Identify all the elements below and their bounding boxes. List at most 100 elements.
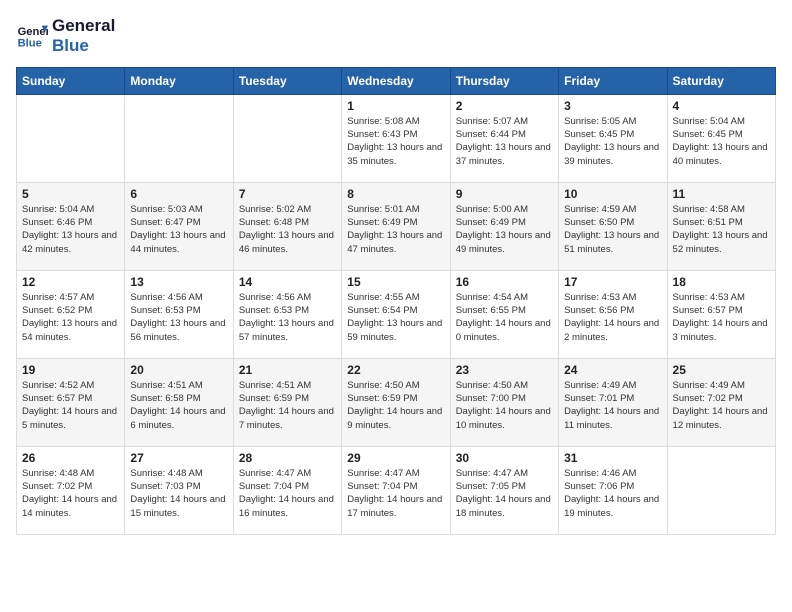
calendar-cell: 1 Sunrise: 5:08 AM Sunset: 6:43 PM Dayli… [342,94,450,182]
day-number: 12 [22,275,119,289]
day-info: Sunrise: 4:59 AM Sunset: 6:50 PM Dayligh… [564,203,661,256]
daylight-label: Daylight: 14 hours and 2 minutes. [564,318,659,342]
daylight-label: Daylight: 13 hours and 44 minutes. [130,230,225,254]
sunrise-label: Sunrise: 4:52 AM [22,380,94,391]
sunset-label: Sunset: 6:57 PM [22,393,92,404]
sunset-label: Sunset: 6:52 PM [22,305,92,316]
day-info: Sunrise: 4:47 AM Sunset: 7:05 PM Dayligh… [456,467,553,520]
day-info: Sunrise: 4:51 AM Sunset: 6:59 PM Dayligh… [239,379,336,432]
sunrise-label: Sunrise: 4:56 AM [239,292,311,303]
day-info: Sunrise: 4:48 AM Sunset: 7:03 PM Dayligh… [130,467,227,520]
sunrise-label: Sunrise: 5:00 AM [456,204,528,215]
daylight-label: Daylight: 14 hours and 17 minutes. [347,494,442,518]
calendar-week-row: 1 Sunrise: 5:08 AM Sunset: 6:43 PM Dayli… [17,94,776,182]
day-number: 16 [456,275,553,289]
sunset-label: Sunset: 6:53 PM [130,305,200,316]
calendar-cell [125,94,233,182]
sunrise-label: Sunrise: 4:46 AM [564,468,636,479]
day-number: 13 [130,275,227,289]
sunset-label: Sunset: 7:05 PM [456,481,526,492]
sunset-label: Sunset: 7:06 PM [564,481,634,492]
sunrise-label: Sunrise: 4:47 AM [347,468,419,479]
weekday-header-friday: Friday [559,67,667,94]
sunset-label: Sunset: 6:49 PM [347,217,417,228]
sunset-label: Sunset: 6:47 PM [130,217,200,228]
calendar-cell: 26 Sunrise: 4:48 AM Sunset: 7:02 PM Dayl… [17,446,125,534]
calendar-cell: 18 Sunrise: 4:53 AM Sunset: 6:57 PM Dayl… [667,270,775,358]
svg-text:Blue: Blue [18,38,42,50]
day-info: Sunrise: 4:52 AM Sunset: 6:57 PM Dayligh… [22,379,119,432]
sunrise-label: Sunrise: 4:48 AM [22,468,94,479]
day-number: 18 [673,275,770,289]
sunrise-label: Sunrise: 4:57 AM [22,292,94,303]
day-info: Sunrise: 4:51 AM Sunset: 6:58 PM Dayligh… [130,379,227,432]
day-info: Sunrise: 4:47 AM Sunset: 7:04 PM Dayligh… [239,467,336,520]
daylight-label: Daylight: 14 hours and 3 minutes. [673,318,768,342]
calendar-week-row: 26 Sunrise: 4:48 AM Sunset: 7:02 PM Dayl… [17,446,776,534]
logo: General Blue General Blue [16,16,115,57]
day-number: 24 [564,363,661,377]
sunrise-label: Sunrise: 5:05 AM [564,116,636,127]
sunset-label: Sunset: 6:54 PM [347,305,417,316]
day-number: 8 [347,187,444,201]
calendar-cell [667,446,775,534]
sunset-label: Sunset: 6:50 PM [564,217,634,228]
daylight-label: Daylight: 13 hours and 42 minutes. [22,230,117,254]
sunrise-label: Sunrise: 5:02 AM [239,204,311,215]
sunset-label: Sunset: 7:02 PM [673,393,743,404]
day-number: 28 [239,451,336,465]
daylight-label: Daylight: 14 hours and 18 minutes. [456,494,551,518]
daylight-label: Daylight: 13 hours and 46 minutes. [239,230,334,254]
weekday-header-monday: Monday [125,67,233,94]
daylight-label: Daylight: 13 hours and 35 minutes. [347,142,442,166]
sunset-label: Sunset: 6:44 PM [456,129,526,140]
calendar-cell: 11 Sunrise: 4:58 AM Sunset: 6:51 PM Dayl… [667,182,775,270]
day-number: 11 [673,187,770,201]
day-number: 6 [130,187,227,201]
day-number: 2 [456,99,553,113]
day-info: Sunrise: 5:04 AM Sunset: 6:45 PM Dayligh… [673,115,770,168]
daylight-label: Daylight: 13 hours and 47 minutes. [347,230,442,254]
sunset-label: Sunset: 7:01 PM [564,393,634,404]
day-number: 15 [347,275,444,289]
day-number: 3 [564,99,661,113]
daylight-label: Daylight: 14 hours and 15 minutes. [130,494,225,518]
day-number: 19 [22,363,119,377]
calendar-cell: 27 Sunrise: 4:48 AM Sunset: 7:03 PM Dayl… [125,446,233,534]
sunset-label: Sunset: 6:43 PM [347,129,417,140]
day-info: Sunrise: 4:48 AM Sunset: 7:02 PM Dayligh… [22,467,119,520]
sunrise-label: Sunrise: 5:08 AM [347,116,419,127]
sunset-label: Sunset: 6:55 PM [456,305,526,316]
calendar-cell: 14 Sunrise: 4:56 AM Sunset: 6:53 PM Dayl… [233,270,341,358]
day-info: Sunrise: 4:53 AM Sunset: 6:56 PM Dayligh… [564,291,661,344]
sunrise-label: Sunrise: 4:53 AM [673,292,745,303]
calendar-cell: 19 Sunrise: 4:52 AM Sunset: 6:57 PM Dayl… [17,358,125,446]
day-number: 23 [456,363,553,377]
calendar-week-row: 12 Sunrise: 4:57 AM Sunset: 6:52 PM Dayl… [17,270,776,358]
calendar-cell: 21 Sunrise: 4:51 AM Sunset: 6:59 PM Dayl… [233,358,341,446]
daylight-label: Daylight: 13 hours and 49 minutes. [456,230,551,254]
calendar-week-row: 5 Sunrise: 5:04 AM Sunset: 6:46 PM Dayli… [17,182,776,270]
day-info: Sunrise: 4:49 AM Sunset: 7:02 PM Dayligh… [673,379,770,432]
daylight-label: Daylight: 14 hours and 9 minutes. [347,406,442,430]
sunrise-label: Sunrise: 4:56 AM [130,292,202,303]
day-info: Sunrise: 4:49 AM Sunset: 7:01 PM Dayligh… [564,379,661,432]
day-info: Sunrise: 4:50 AM Sunset: 7:00 PM Dayligh… [456,379,553,432]
calendar-cell: 13 Sunrise: 4:56 AM Sunset: 6:53 PM Dayl… [125,270,233,358]
sunset-label: Sunset: 7:04 PM [347,481,417,492]
daylight-label: Daylight: 14 hours and 12 minutes. [673,406,768,430]
sunrise-label: Sunrise: 5:04 AM [22,204,94,215]
daylight-label: Daylight: 14 hours and 14 minutes. [22,494,117,518]
calendar-cell: 6 Sunrise: 5:03 AM Sunset: 6:47 PM Dayli… [125,182,233,270]
calendar-cell: 29 Sunrise: 4:47 AM Sunset: 7:04 PM Dayl… [342,446,450,534]
day-number: 29 [347,451,444,465]
sunrise-label: Sunrise: 5:07 AM [456,116,528,127]
weekday-header-wednesday: Wednesday [342,67,450,94]
sunrise-label: Sunrise: 4:49 AM [673,380,745,391]
day-number: 22 [347,363,444,377]
day-info: Sunrise: 4:58 AM Sunset: 6:51 PM Dayligh… [673,203,770,256]
calendar-cell: 22 Sunrise: 4:50 AM Sunset: 6:59 PM Dayl… [342,358,450,446]
calendar-cell: 17 Sunrise: 4:53 AM Sunset: 6:56 PM Dayl… [559,270,667,358]
day-info: Sunrise: 4:54 AM Sunset: 6:55 PM Dayligh… [456,291,553,344]
day-info: Sunrise: 4:56 AM Sunset: 6:53 PM Dayligh… [130,291,227,344]
